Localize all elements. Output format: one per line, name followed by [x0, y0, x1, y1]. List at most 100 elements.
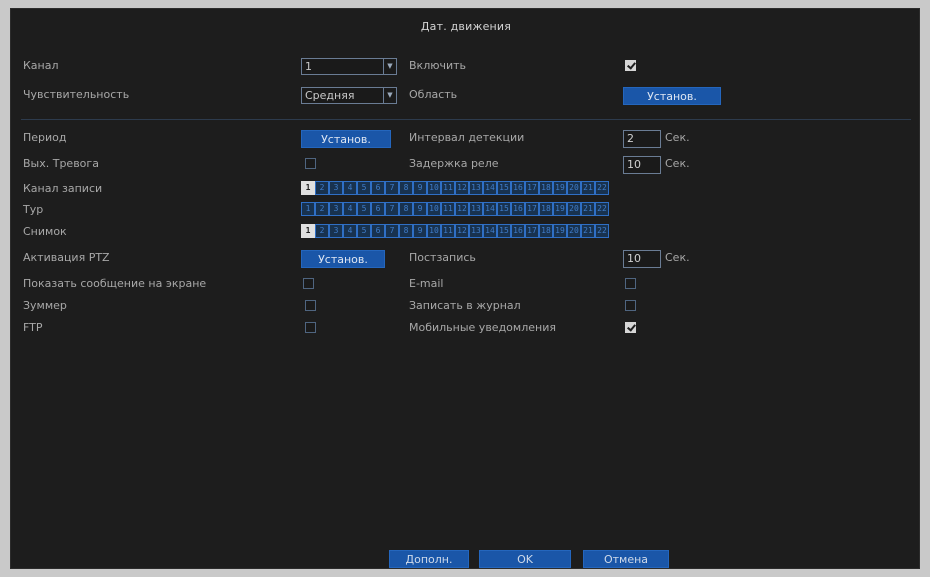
channel-cell[interactable]: 10 — [427, 181, 441, 195]
channel-cell[interactable]: 15 — [497, 224, 511, 238]
buzzer-label: Зуммер — [23, 299, 67, 312]
channel-cell[interactable]: 6 — [371, 181, 385, 195]
ftp-checkbox[interactable] — [305, 322, 316, 333]
channel-cell[interactable]: 5 — [357, 202, 371, 216]
enable-checkbox[interactable] — [625, 60, 636, 71]
channel-cell[interactable]: 21 — [581, 181, 595, 195]
relay-delay-input[interactable]: 10 — [623, 156, 661, 174]
channel-cell[interactable]: 7 — [385, 181, 399, 195]
show-message-label: Показать сообщение на экране — [23, 277, 207, 290]
channel-label: Канал — [23, 59, 59, 72]
channel-cell[interactable]: 5 — [357, 224, 371, 238]
sensitivity-select[interactable]: Средняя ▼ — [301, 87, 397, 104]
channel-cell[interactable]: 7 — [385, 202, 399, 216]
channel-cell[interactable]: 15 — [497, 181, 511, 195]
channel-cell[interactable]: 4 — [343, 202, 357, 216]
channel-cell[interactable]: 17 — [525, 181, 539, 195]
area-label: Область — [409, 88, 458, 101]
channel-cell[interactable]: 13 — [469, 224, 483, 238]
channel-cell[interactable]: 17 — [525, 224, 539, 238]
channel-cell[interactable]: 9 — [413, 181, 427, 195]
tour-channel-grid: 1 2 3 4 5 6 7 8 9 10 11 12 13 14 15 16 17 18 19 20 21 22 — [301, 202, 609, 216]
channel-cell[interactable]: 7 — [385, 224, 399, 238]
channel-cell[interactable]: 11 — [441, 181, 455, 195]
channel-cell[interactable]: 1 — [301, 202, 315, 216]
buzzer-checkbox[interactable] — [305, 300, 316, 311]
channel-cell[interactable]: 22 — [595, 181, 609, 195]
channel-cell[interactable]: 4 — [343, 224, 357, 238]
channel-cell[interactable]: 6 — [371, 224, 385, 238]
channel-cell[interactable]: 19 — [553, 181, 567, 195]
channel-cell[interactable]: 12 — [455, 181, 469, 195]
tour-label: Тур — [23, 203, 44, 216]
motion-detection-dialog: Дат. движения Канал 1 ▼ Включить Чувстви… — [10, 8, 920, 569]
post-record-label: Постзапись — [409, 251, 476, 264]
channel-cell[interactable]: 8 — [399, 224, 413, 238]
channel-cell[interactable]: 22 — [595, 224, 609, 238]
cancel-button[interactable]: Отмена — [583, 550, 669, 568]
write-log-checkbox[interactable] — [625, 300, 636, 311]
channel-cell[interactable]: 2 — [315, 181, 329, 195]
channel-cell[interactable]: 11 — [441, 224, 455, 238]
channel-cell[interactable]: 8 — [399, 202, 413, 216]
advanced-button[interactable]: Дополн. — [389, 550, 469, 568]
dialog-title: Дат. движения — [420, 20, 512, 33]
detect-interval-input[interactable]: 2 — [623, 130, 661, 148]
channel-cell[interactable]: 11 — [441, 202, 455, 216]
channel-cell[interactable]: 14 — [483, 181, 497, 195]
channel-cell[interactable]: 2 — [315, 202, 329, 216]
channel-cell[interactable]: 21 — [581, 202, 595, 216]
channel-cell[interactable]: 16 — [511, 224, 525, 238]
channel-cell[interactable]: 18 — [539, 202, 553, 216]
channel-cell[interactable]: 12 — [455, 202, 469, 216]
email-checkbox[interactable] — [625, 278, 636, 289]
channel-cell[interactable]: 21 — [581, 224, 595, 238]
channel-cell[interactable]: 6 — [371, 202, 385, 216]
channel-cell[interactable]: 16 — [511, 202, 525, 216]
area-set-button[interactable]: Установ. — [623, 87, 721, 105]
ok-button[interactable]: OK — [479, 550, 571, 568]
channel-cell[interactable]: 3 — [329, 224, 343, 238]
channel-cell[interactable]: 18 — [539, 224, 553, 238]
channel-cell[interactable]: 19 — [553, 202, 567, 216]
post-record-input[interactable]: 10 — [623, 250, 661, 268]
alarm-out-checkbox[interactable] — [305, 158, 316, 169]
channel-cell[interactable]: 14 — [483, 224, 497, 238]
channel-cell[interactable]: 8 — [399, 181, 413, 195]
channel-cell[interactable]: 20 — [567, 202, 581, 216]
channel-cell[interactable]: 22 — [595, 202, 609, 216]
channel-cell[interactable]: 15 — [497, 202, 511, 216]
mobile-notify-checkbox[interactable] — [625, 322, 636, 333]
channel-select[interactable]: 1 ▼ — [301, 58, 397, 75]
channel-cell[interactable]: 13 — [469, 181, 483, 195]
channel-cell[interactable]: 10 — [427, 224, 441, 238]
channel-cell[interactable]: 18 — [539, 181, 553, 195]
channel-cell[interactable]: 17 — [525, 202, 539, 216]
channel-cell[interactable]: 20 — [567, 224, 581, 238]
ptz-set-button[interactable]: Установ. — [301, 250, 385, 268]
enable-label: Включить — [409, 59, 467, 72]
channel-cell[interactable]: 14 — [483, 202, 497, 216]
channel-cell[interactable]: 9 — [413, 202, 427, 216]
period-set-button[interactable]: Установ. — [301, 130, 391, 148]
channel-cell[interactable]: 5 — [357, 181, 371, 195]
channel-cell[interactable]: 20 — [567, 181, 581, 195]
relay-delay-unit: Сек. — [665, 157, 690, 170]
channel-cell[interactable]: 4 — [343, 181, 357, 195]
channel-cell[interactable]: 3 — [329, 181, 343, 195]
chevron-down-icon: ▼ — [383, 88, 396, 103]
channel-cell[interactable]: 12 — [455, 224, 469, 238]
detect-interval-unit: Сек. — [665, 131, 690, 144]
channel-cell[interactable]: 3 — [329, 202, 343, 216]
channel-cell[interactable]: 16 — [511, 181, 525, 195]
snapshot-channel-grid: 1 2 3 4 5 6 7 8 9 10 11 12 13 14 15 16 17 18 19 20 21 22 — [301, 224, 609, 238]
channel-cell[interactable]: 10 — [427, 202, 441, 216]
post-record-unit: Сек. — [665, 251, 690, 264]
channel-cell[interactable]: 19 — [553, 224, 567, 238]
show-message-checkbox[interactable] — [303, 278, 314, 289]
channel-cell[interactable]: 1 — [301, 181, 315, 195]
channel-cell[interactable]: 2 — [315, 224, 329, 238]
channel-cell[interactable]: 1 — [301, 224, 315, 238]
channel-cell[interactable]: 13 — [469, 202, 483, 216]
channel-cell[interactable]: 9 — [413, 224, 427, 238]
